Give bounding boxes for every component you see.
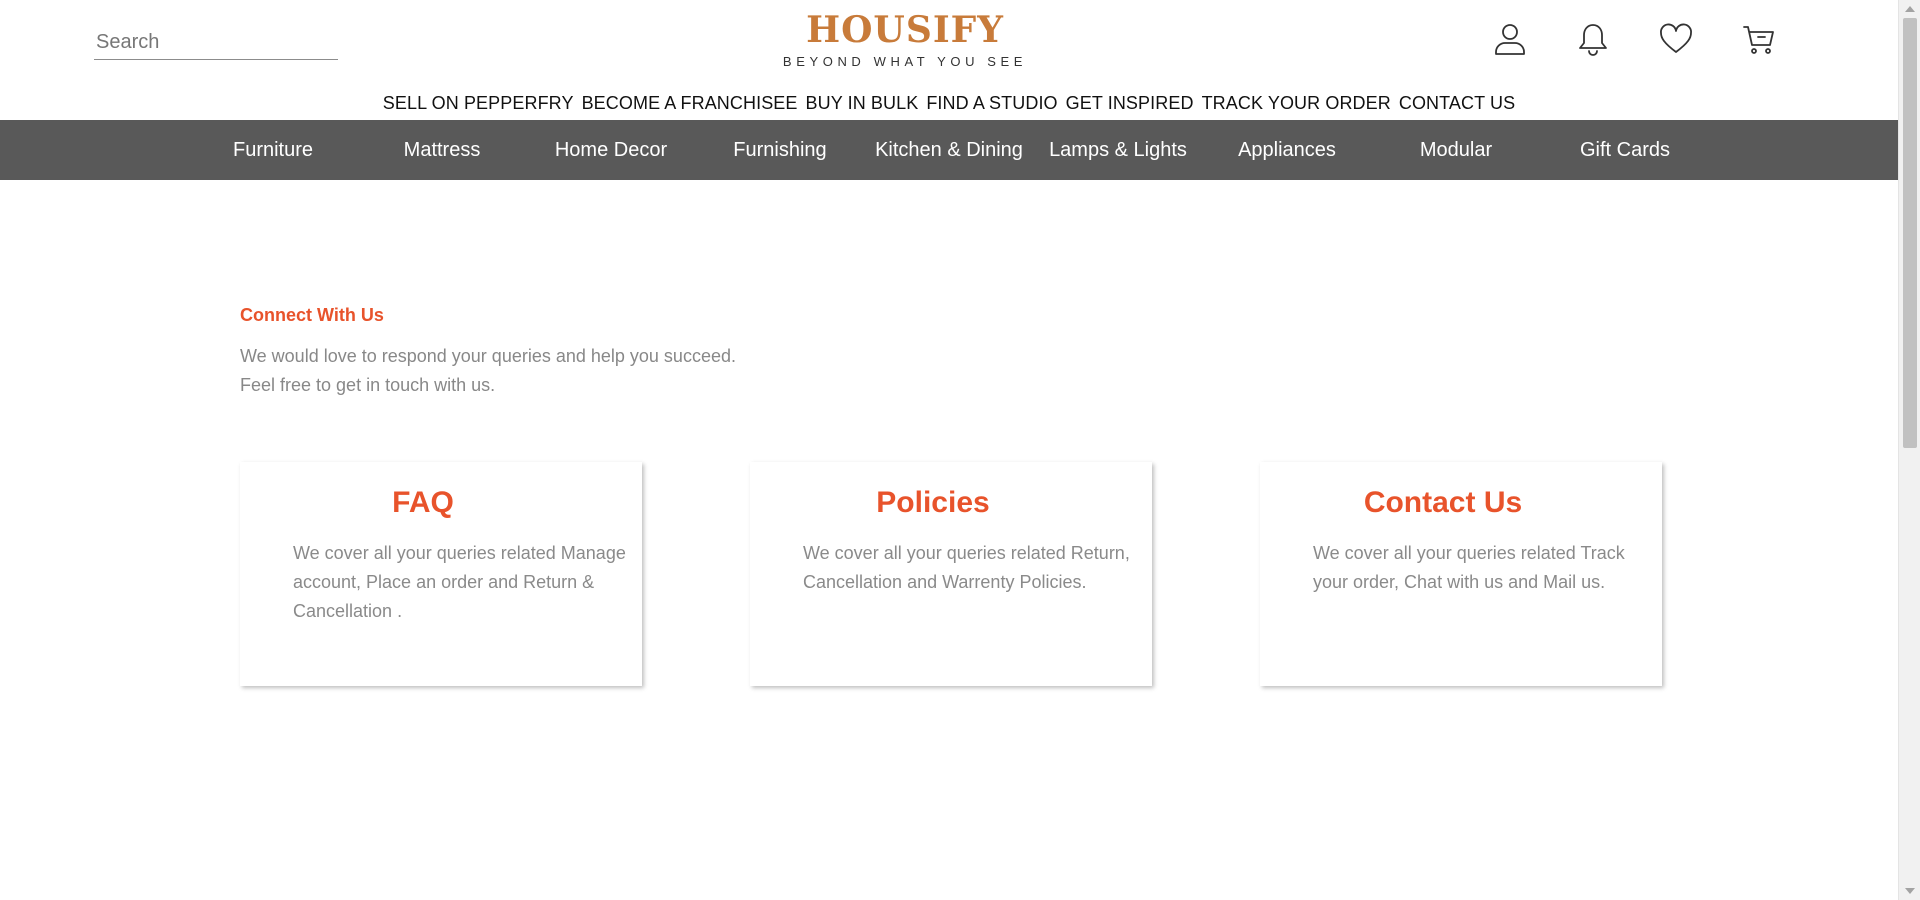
heart-icon[interactable] xyxy=(1658,20,1694,58)
policies-card-description: We cover all your queries related Return… xyxy=(803,543,1130,592)
category-modular[interactable]: Modular xyxy=(1372,139,1541,162)
policies-card[interactable]: Policies We cover all your queries relat… xyxy=(750,462,1152,686)
contact-card[interactable]: Contact Us We cover all your queries rel… xyxy=(1260,462,1662,686)
scroll-down-arrow-icon[interactable] xyxy=(1905,888,1915,894)
cart-icon[interactable] xyxy=(1741,20,1777,58)
category-kitchen-dining[interactable]: Kitchen & Dining xyxy=(865,139,1034,162)
top-link-inspired[interactable]: GET INSPIRED xyxy=(1066,93,1194,114)
vertical-scrollbar[interactable] xyxy=(1898,0,1920,900)
connect-line-2: Feel free to get in touch with us. xyxy=(240,375,496,395)
top-link-track-order[interactable]: TRACK YOUR ORDER xyxy=(1202,93,1391,114)
search-box xyxy=(94,26,338,60)
top-links-bar: SELL ON PEPPERFRY BECOME A FRANCHISEE BU… xyxy=(0,93,1898,114)
top-link-studio[interactable]: FIND A STUDIO xyxy=(926,93,1057,114)
category-furniture[interactable]: Furniture xyxy=(189,139,358,162)
category-lamps-lights[interactable]: Lamps & Lights xyxy=(1034,139,1203,162)
header-icons xyxy=(1492,20,1777,58)
policies-card-title: Policies xyxy=(876,486,990,519)
user-icon[interactable] xyxy=(1492,20,1528,58)
connect-title: Connect With Us xyxy=(240,305,384,325)
top-link-contact[interactable]: CONTACT US xyxy=(1399,93,1515,114)
faq-card-description: We cover all your queries related Manage… xyxy=(293,543,626,621)
top-link-franchisee[interactable]: BECOME A FRANCHISEE xyxy=(582,93,798,114)
scrollbar-thumb[interactable] xyxy=(1903,18,1917,448)
top-link-bulk[interactable]: BUY IN BULK xyxy=(806,93,919,114)
faq-card-title: FAQ xyxy=(392,486,454,519)
contact-card-description: We cover all your queries related Track … xyxy=(1313,543,1625,592)
category-appliances[interactable]: Appliances xyxy=(1203,139,1372,162)
category-gift-cards[interactable]: Gift Cards xyxy=(1541,139,1710,162)
bell-icon[interactable] xyxy=(1575,20,1611,58)
category-home-decor[interactable]: Home Decor xyxy=(527,139,696,162)
page: HOUSIFY BEYOND WHAT YOU SEE SELL ON PEPP… xyxy=(0,0,1898,900)
help-cards: FAQ We cover all your queries related Ma… xyxy=(240,462,1662,686)
search-input[interactable] xyxy=(94,26,338,59)
category-furnishing[interactable]: Furnishing xyxy=(696,139,865,162)
connect-line-1: We would love to respond your queries an… xyxy=(240,346,736,366)
scroll-up-arrow-icon[interactable] xyxy=(1905,6,1915,12)
connect-description: We would love to respond your queries an… xyxy=(240,342,736,400)
logo[interactable]: HOUSIFY BEYOND WHAT YOU SEE xyxy=(760,8,1050,69)
category-mattress[interactable]: Mattress xyxy=(358,139,527,162)
faq-card[interactable]: FAQ We cover all your queries related Ma… xyxy=(240,462,642,686)
category-nav: Furniture Mattress Home Decor Furnishing… xyxy=(0,120,1898,180)
top-link-sell[interactable]: SELL ON PEPPERFRY xyxy=(383,93,574,114)
logo-name: HOUSIFY xyxy=(806,9,1004,51)
logo-tagline: BEYOND WHAT YOU SEE xyxy=(782,54,1028,69)
connect-section: Connect With Us We would love to respond… xyxy=(240,305,736,400)
contact-card-title: Contact Us xyxy=(1363,486,1523,519)
